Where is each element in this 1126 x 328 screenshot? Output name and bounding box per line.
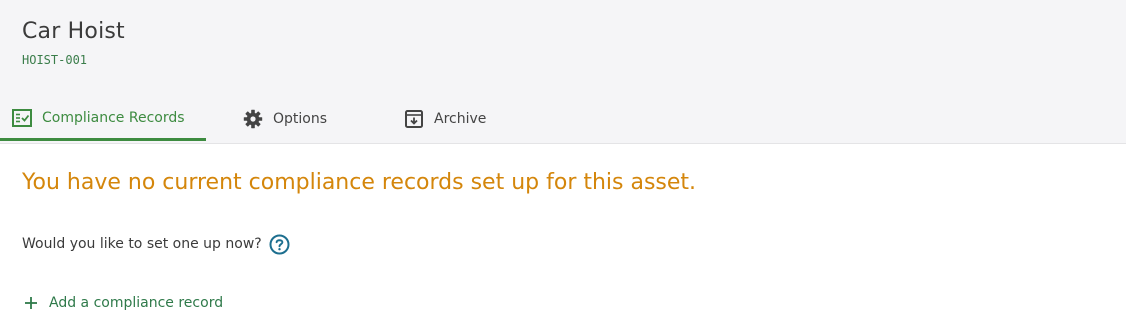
checklist-icon [11, 107, 33, 129]
asset-header: Car Hoist HOIST-001 Compliance Records O… [0, 0, 1126, 144]
add-compliance-record-button[interactable]: Add a compliance record [22, 294, 223, 312]
gear-icon [242, 108, 264, 130]
asset-code: HOIST-001 [22, 53, 88, 67]
archive-icon [403, 108, 425, 130]
add-compliance-record-label: Add a compliance record [49, 295, 224, 311]
tab-options[interactable]: Options [242, 97, 327, 141]
tab-label: Archive [434, 111, 487, 127]
setup-question: Would you like to set one up now? [22, 236, 262, 252]
setup-prompt: Would you like to set one up now? [22, 233, 291, 255]
tab-label: Compliance Records [42, 109, 185, 126]
tab-bar: Compliance Records Options Archive [0, 97, 1126, 144]
tab-label: Options [273, 111, 328, 127]
page-title: Car Hoist [22, 19, 125, 44]
plus-icon [22, 294, 40, 312]
question-circle-icon[interactable] [269, 233, 291, 255]
empty-state-message: You have no current compliance records s… [22, 170, 697, 195]
tab-compliance-records[interactable]: Compliance Records [0, 97, 206, 141]
tab-archive[interactable]: Archive [403, 97, 486, 141]
main-content: You have no current compliance records s… [0, 144, 1126, 328]
